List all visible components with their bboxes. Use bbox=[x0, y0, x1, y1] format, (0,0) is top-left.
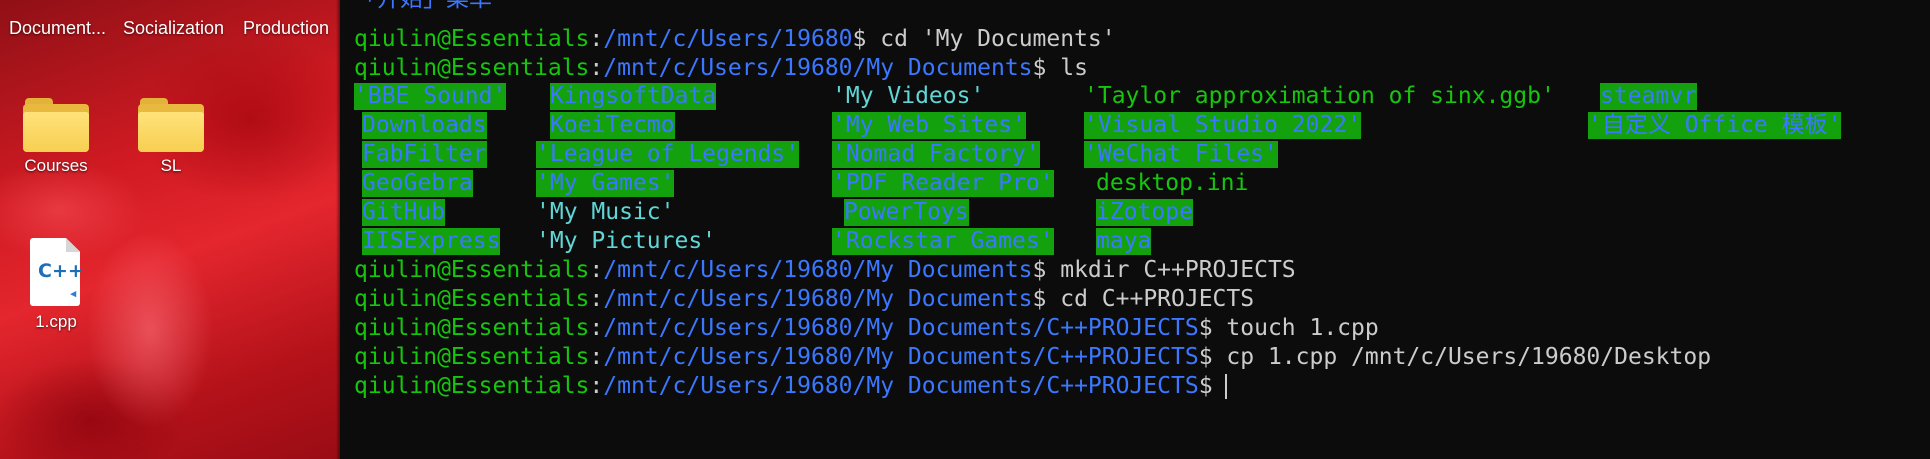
ls-entry: 'Rockstar Games' bbox=[832, 228, 1054, 255]
desktop-item-socialization[interactable]: Socialization bbox=[123, 18, 224, 39]
prompt-path: /mnt/c/Users/19680/My Documents/C++PROJE… bbox=[603, 344, 1199, 370]
command-text: cd C++PROJECTS bbox=[1060, 286, 1255, 312]
prompt-user: qiulin@Essentials bbox=[354, 344, 590, 370]
ls-entry: Downloads bbox=[362, 112, 487, 139]
command-text: ls bbox=[1060, 55, 1088, 81]
desktop-item-production[interactable]: Production bbox=[243, 18, 329, 39]
desktop-icon-sl[interactable]: SL bbox=[121, 98, 221, 176]
prompt-user: qiulin@Essentials bbox=[354, 257, 590, 283]
ls-entry: GeoGebra bbox=[362, 170, 473, 197]
ls-entry: steamvr bbox=[1600, 83, 1697, 110]
desktop-icon-label: SL bbox=[160, 156, 182, 175]
ls-entry: FabFilter bbox=[362, 141, 487, 168]
desktop-icon-label: Courses bbox=[24, 156, 88, 175]
ls-entry: 'WeChat Files' bbox=[1084, 141, 1278, 168]
ls-entry: GitHub bbox=[362, 199, 446, 226]
ls-entry: KoeiTecmo bbox=[550, 112, 675, 139]
ls-entry: 'PDF Reader Pro' bbox=[832, 170, 1054, 197]
ls-entry: KingsoftData bbox=[550, 83, 717, 110]
ls-entry: 'Nomad Factory' bbox=[832, 141, 1040, 168]
command-text: touch 1.cpp bbox=[1226, 315, 1379, 341]
prompt-path: /mnt/c/Users/19680/My Documents/C++PROJE… bbox=[603, 315, 1199, 341]
ls-entry: maya bbox=[1096, 228, 1152, 255]
terminal-line: qiulin@Essentials:/mnt/c/Users/19680/My … bbox=[354, 315, 1379, 341]
ls-entry: 'BBE Sound' bbox=[354, 83, 507, 110]
terminal-line: qiulin@Essentials:/mnt/c/Users/19680/My … bbox=[354, 286, 1255, 312]
ls-entry: 'My Music' bbox=[536, 199, 675, 225]
terminal-line: qiulin@Essentials:/mnt/c/Users/19680/My … bbox=[354, 257, 1296, 283]
ls-entry: 'League of Legends' bbox=[536, 141, 800, 168]
terminal-line: qiulin@Essentials:/mnt/c/Users/19680/My … bbox=[354, 344, 1712, 370]
ls-entry: 'My Pictures' bbox=[536, 228, 717, 254]
ls-entry: PowerToys bbox=[844, 199, 969, 226]
prompt-path: /mnt/c/Users/19680/My Documents bbox=[603, 257, 1033, 283]
prompt-path: /mnt/c/Users/19680/My Documents/C++PROJE… bbox=[603, 373, 1199, 399]
desktop-icon-label: 1.cpp bbox=[35, 312, 77, 331]
ls-entry: desktop.ini bbox=[1096, 170, 1249, 196]
ls-entry: 'My Games' bbox=[536, 170, 675, 197]
vscode-badge-icon: ◂ bbox=[70, 288, 76, 300]
desktop: Document... Socialization Production Cou… bbox=[0, 0, 340, 459]
prompt-path: /mnt/c/Users/19680/My Documents bbox=[603, 286, 1033, 312]
terminal-line: qiulin@Essentials:/mnt/c/Users/19680/My … bbox=[354, 55, 1088, 81]
folder-icon bbox=[23, 98, 89, 152]
ls-entry: 'My Videos' bbox=[832, 83, 985, 109]
ls-entry: 'Visual Studio 2022' bbox=[1084, 112, 1361, 139]
desktop-item-documents[interactable]: Document... bbox=[9, 18, 106, 39]
ls-entry: 'My Web Sites' bbox=[832, 112, 1026, 139]
terminal-line: qiulin@Essentials:/mnt/c/Users/19680$ cd… bbox=[354, 26, 1116, 52]
prompt-user: qiulin@Essentials bbox=[354, 286, 590, 312]
command-text: mkdir C++PROJECTS bbox=[1060, 257, 1296, 283]
prompt-user: qiulin@Essentials bbox=[354, 373, 590, 399]
prompt-user: qiulin@Essentials bbox=[354, 55, 590, 81]
cpp-file-icon-text: C++ bbox=[38, 260, 84, 282]
ls-entry: 'Taylor approximation of sinx.ggb' bbox=[1084, 83, 1555, 109]
terminal-partial-line: 「开始」菜单 bbox=[354, 0, 492, 14]
ls-entry: '自定义 Office 模板' bbox=[1588, 112, 1842, 139]
cpp-file-icon: C++ ◂ bbox=[30, 238, 84, 308]
ls-entry: iZotope bbox=[1096, 199, 1193, 226]
desktop-icon-1cpp[interactable]: C++ ◂ 1.cpp bbox=[6, 238, 106, 332]
prompt-user: qiulin@Essentials bbox=[354, 315, 590, 341]
terminal-input-line[interactable]: qiulin@Essentials:/mnt/c/Users/19680/My … bbox=[354, 372, 1227, 401]
ls-entry: IISExpress bbox=[362, 228, 501, 255]
terminal-window[interactable]: 「开始」菜单 qiulin@Essentials:/mnt/c/Users/19… bbox=[342, 0, 1930, 459]
command-text: cp 1.cpp /mnt/c/Users/19680/Desktop bbox=[1226, 344, 1712, 370]
prompt-path: /mnt/c/Users/19680/My Documents bbox=[603, 55, 1033, 81]
desktop-icon-courses[interactable]: Courses bbox=[6, 98, 106, 176]
text-cursor bbox=[1224, 374, 1227, 399]
command-text: cd 'My Documents' bbox=[880, 26, 1116, 52]
folder-icon bbox=[138, 98, 204, 152]
prompt-user: qiulin@Essentials bbox=[354, 26, 590, 52]
prompt-path: /mnt/c/Users/19680 bbox=[603, 26, 853, 52]
